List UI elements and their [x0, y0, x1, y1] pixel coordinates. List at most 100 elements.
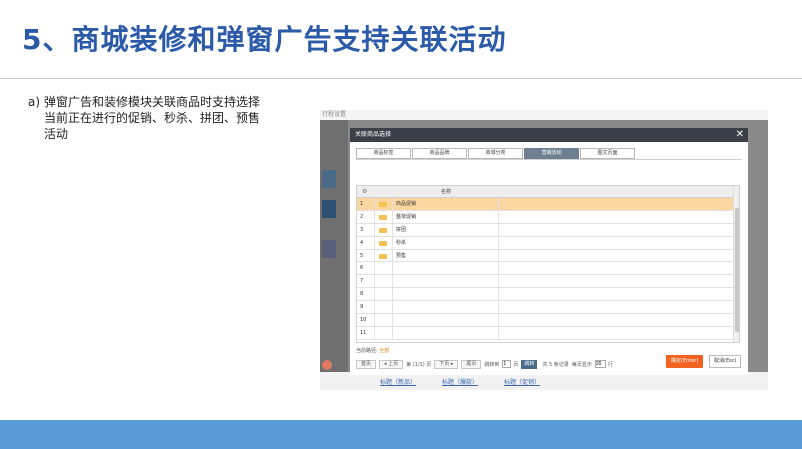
row-extra-cell: [499, 275, 735, 288]
background-top-bar: 行程设置: [320, 110, 768, 120]
table-row[interactable]: 5 预售: [357, 249, 739, 263]
slide-footer-band: [0, 420, 802, 449]
row-name: 秒杀: [393, 236, 499, 249]
row-icon-cell: [375, 262, 393, 275]
table-row[interactable]: 10: [357, 314, 739, 327]
background-avatar: [322, 360, 332, 370]
cancel-button[interactable]: 取消(Esc): [709, 355, 742, 368]
next-page-button[interactable]: 下页 ▸: [434, 359, 459, 369]
tab-bar: 商品标签 商品品牌 商城分类 营销活动 图文页面: [356, 148, 636, 159]
confirm-button[interactable]: 确定(Enter): [666, 355, 704, 368]
per-page-input[interactable]: [594, 360, 606, 368]
row-extra-cell: [499, 236, 735, 249]
row-number: 5: [357, 249, 375, 262]
row-name: 商品促销: [393, 198, 499, 210]
tab-marketing-activities[interactable]: 营销活动: [524, 148, 579, 159]
table-row[interactable]: 2 整单促销: [357, 210, 739, 224]
row-icon-cell: [375, 288, 393, 301]
tab-divider: [356, 159, 742, 160]
row-name: [393, 288, 499, 301]
last-page-button[interactable]: 尾页: [461, 359, 482, 369]
row-extra-cell: [499, 198, 735, 210]
settings-icon[interactable]: ⚙: [362, 188, 367, 196]
row-icon-cell: [375, 326, 393, 339]
table-row[interactable]: 9: [357, 301, 739, 315]
row-extra-cell: [499, 210, 735, 223]
row-icon-cell: [375, 210, 393, 223]
background-sidebar: [320, 120, 348, 390]
row-icon-cell: [375, 301, 393, 314]
embedded-screenshot: 行程设置 标题（新品） 标题（爆款） 标题（促销） 关联商品选择 ✕ 商品标签 …: [320, 110, 768, 390]
per-page-unit: 行: [607, 361, 613, 368]
row-extra-cell: [499, 301, 735, 314]
dialog-header: 关联商品选择 ✕: [350, 128, 748, 142]
path-value[interactable]: 全部: [379, 348, 389, 354]
jump-page-input[interactable]: [502, 360, 512, 368]
table-row[interactable]: 6: [357, 262, 739, 276]
tab-rich-pages[interactable]: 图文页面: [580, 148, 635, 159]
table-row[interactable]: 11: [357, 326, 739, 340]
row-number: 8: [357, 288, 375, 301]
grid-header: ⚙ 名称: [357, 186, 739, 198]
tab-product-tags[interactable]: 商品标签: [356, 148, 411, 159]
row-number: 1: [357, 198, 375, 210]
go-button[interactable]: 跳转: [521, 359, 538, 369]
scrollbar-thumb[interactable]: [735, 208, 739, 332]
activity-grid: ⚙ 名称 1 商品促销 2 整单促销 3 拼团 4 秒杀 5 预售 6 7 8 9 10 11: [356, 185, 740, 343]
background-thumbnail: [322, 240, 336, 258]
row-number: 2: [357, 210, 375, 223]
tab-mall-categories[interactable]: 商城分类: [468, 148, 523, 159]
table-row[interactable]: 7: [357, 275, 739, 289]
jump-unit: 页: [513, 361, 519, 368]
row-name: [393, 262, 499, 275]
prev-page-button[interactable]: ◂ 上页: [379, 359, 404, 369]
pagination: 首页 ◂ 上页 第 (1/1) 页 下页 ▸ 尾页 跳转到 页 跳转 共 5 条…: [356, 359, 616, 369]
row-icon-cell: [375, 198, 393, 210]
folder-icon: [379, 240, 387, 246]
row-icon-cell: [375, 249, 393, 262]
row-extra-cell: [499, 326, 735, 339]
record-count: 共 5 条记录: [542, 361, 569, 368]
row-extra-cell: [499, 288, 735, 301]
background-link[interactable]: 标题（新品）: [380, 377, 416, 386]
row-icon-cell: [375, 314, 393, 326]
close-icon[interactable]: ✕: [736, 128, 744, 142]
row-number: 11: [357, 326, 375, 339]
background-link[interactable]: 标题（爆款）: [442, 377, 478, 386]
row-number: 4: [357, 236, 375, 249]
page-info: 第 (1/1) 页: [406, 361, 432, 368]
title-divider: [0, 78, 802, 79]
row-name: 整单促销: [393, 210, 499, 223]
background-thumbnail: [322, 200, 336, 218]
row-extra-cell: [499, 249, 735, 262]
row-name: [393, 275, 499, 288]
folder-icon: [379, 214, 387, 220]
row-number: 10: [357, 314, 375, 326]
table-row[interactable]: 3 拼团: [357, 223, 739, 237]
first-page-button[interactable]: 首页: [356, 359, 377, 369]
background-link[interactable]: 标题（促销）: [504, 377, 540, 386]
jump-label: 跳转到: [484, 361, 500, 368]
row-name: 预售: [393, 249, 499, 262]
column-header-name[interactable]: 名称: [441, 186, 451, 198]
background-thumbnail: [322, 170, 336, 188]
row-icon-cell: [375, 223, 393, 236]
row-name: [393, 314, 499, 326]
row-extra-cell: [499, 223, 735, 236]
row-extra-cell: [499, 262, 735, 275]
row-icon-cell: [375, 236, 393, 249]
slide-title: 5、商城装修和弹窗广告支持关联活动: [22, 23, 507, 56]
folder-icon: [379, 202, 387, 207]
row-number: 6: [357, 262, 375, 275]
product-link-dialog: 关联商品选择 ✕ 商品标签 商品品牌 商城分类 营销活动 图文页面 ⚙ 名称 1…: [350, 128, 748, 375]
vertical-scrollbar[interactable]: [733, 186, 739, 342]
row-name: [393, 326, 499, 339]
bullet-text: 弹窗广告和装修模块关联商品时支持选择当前正在进行的促销、秒杀、拼团、预售活动: [44, 95, 261, 141]
table-row[interactable]: 1 商品促销: [357, 198, 739, 211]
table-row[interactable]: 8: [357, 288, 739, 302]
tab-product-brands[interactable]: 商品品牌: [412, 148, 467, 159]
bullet-marker: a): [28, 95, 41, 109]
row-extra-cell: [499, 314, 735, 326]
table-row[interactable]: 4 秒杀: [357, 236, 739, 250]
folder-icon: [379, 253, 387, 259]
